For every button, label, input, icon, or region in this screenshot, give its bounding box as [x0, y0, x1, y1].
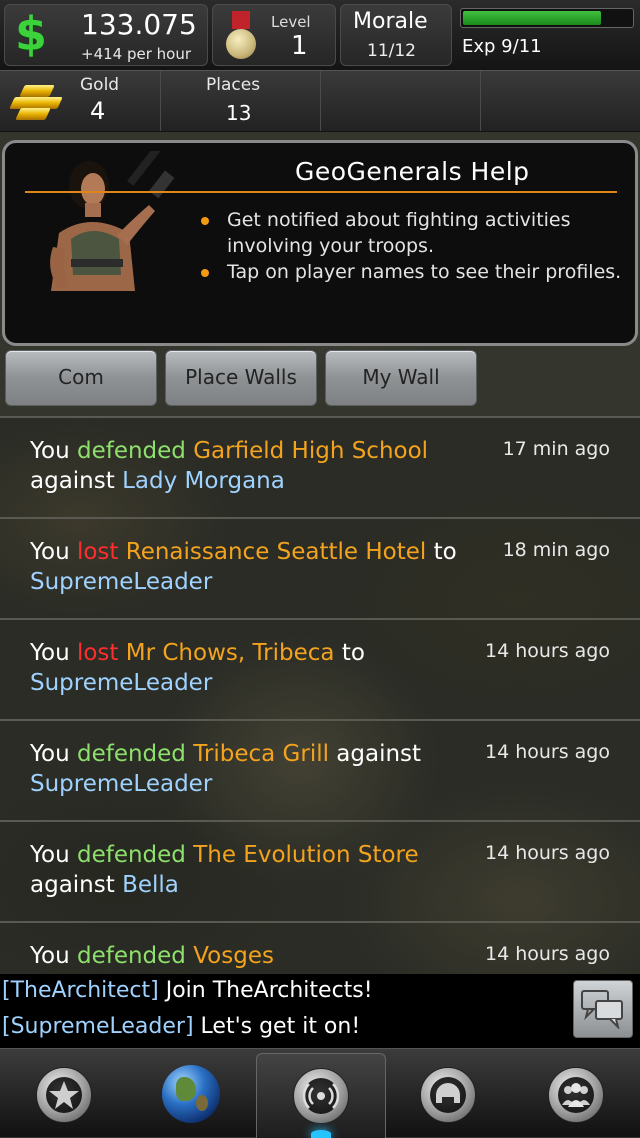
- bullet-icon: [201, 269, 209, 277]
- chat-line: [TheArchitect] Join TheArchitects!: [2, 978, 373, 1003]
- places-label: Places: [206, 75, 261, 95]
- exp-progress-fill: [463, 11, 601, 25]
- exp-label: Exp 9/11: [462, 36, 542, 57]
- level-label: Level: [271, 13, 311, 31]
- help-divider: [25, 191, 617, 193]
- player-link[interactable]: SupremeLeader: [30, 569, 212, 595]
- help-title: GeoGenerals Help: [295, 157, 530, 186]
- nav-group[interactable]: [512, 1053, 640, 1137]
- money-amount: 133.075: [81, 8, 197, 41]
- feed-row[interactable]: You defended Vosges 14 hours ago: [0, 921, 640, 974]
- morale-value: 11/12: [367, 41, 416, 61]
- morale-label: Morale: [353, 9, 428, 34]
- feed-row[interactable]: You defended Tribeca Grill against Supre…: [0, 719, 640, 822]
- chat-button[interactable]: [573, 980, 633, 1038]
- feed-row[interactable]: You defended Garfield High School agains…: [0, 416, 640, 519]
- exp-progress-bar: [460, 8, 634, 28]
- resources-bar: Gold 4 Places 13: [0, 70, 640, 132]
- feed-row[interactable]: You lost Renaissance Seattle Hotel to Su…: [0, 517, 640, 620]
- feed-row[interactable]: You defended The Evolution Store against…: [0, 820, 640, 923]
- star-icon: [36, 1067, 92, 1123]
- level-panel[interactable]: Level 1: [212, 4, 336, 66]
- feed-time: 14 hours ago: [484, 842, 610, 864]
- nav-star[interactable]: [0, 1053, 128, 1137]
- help-item: Tap on player names to see their profile…: [197, 259, 627, 285]
- bullet-icon: [201, 217, 209, 225]
- chat-line: [SupremeLeader] Let's get it on!: [2, 1014, 361, 1039]
- feed-time: 17 min ago: [502, 438, 610, 460]
- level-value: 1: [291, 31, 308, 61]
- feed-time: 14 hours ago: [484, 741, 610, 763]
- bottom-nav: [0, 1048, 640, 1138]
- player-link[interactable]: Bella: [122, 872, 179, 898]
- globe-icon: [162, 1065, 220, 1123]
- feed-time: 14 hours ago: [484, 943, 610, 965]
- soldier-portrait-icon: [50, 151, 182, 291]
- place-link[interactable]: Tribeca Grill: [193, 741, 329, 767]
- chat-ticker[interactable]: [TheArchitect] Join TheArchitects! [Supr…: [0, 974, 640, 1048]
- help-panel: GeoGenerals Help Get notified about figh…: [2, 140, 638, 346]
- player-link[interactable]: Lady Morgana: [122, 468, 285, 494]
- chat-player-name[interactable]: [TheArchitect]: [2, 978, 159, 1003]
- top-stats-bar: $ 133.075 +414 per hour Level 1 Morale 1…: [0, 0, 640, 70]
- place-link[interactable]: Vosges: [193, 943, 274, 969]
- place-link[interactable]: Garfield High School: [193, 438, 428, 464]
- feed-row[interactable]: You lost Mr Chows, Tribeca to SupremeLea…: [0, 618, 640, 721]
- gold-cell[interactable]: Gold 4: [0, 71, 161, 131]
- places-cell[interactable]: Places 13: [160, 71, 321, 131]
- active-indicator: [311, 1130, 331, 1138]
- gold-value: 4: [90, 97, 106, 125]
- morale-panel[interactable]: Morale 11/12: [340, 4, 452, 66]
- dollar-icon: $: [15, 7, 48, 61]
- place-link[interactable]: Mr Chows, Tribeca: [126, 640, 335, 666]
- medal-icon: [225, 11, 257, 61]
- gold-bars-icon: [8, 81, 63, 121]
- nav-helmet[interactable]: [384, 1053, 512, 1137]
- money-panel[interactable]: $ 133.075 +414 per hour: [4, 4, 208, 66]
- player-link[interactable]: SupremeLeader: [30, 670, 212, 696]
- place-link[interactable]: Renaissance Seattle Hotel: [126, 539, 427, 565]
- help-list: Get notified about fighting activities i…: [197, 207, 627, 285]
- feed-time: 18 min ago: [502, 539, 610, 561]
- player-link[interactable]: SupremeLeader: [30, 771, 212, 797]
- place-link[interactable]: The Evolution Store: [193, 842, 418, 868]
- chat-player-name[interactable]: [SupremeLeader]: [2, 1014, 194, 1039]
- radar-icon: [293, 1068, 349, 1124]
- nav-globe[interactable]: [128, 1053, 256, 1137]
- feed-time: 14 hours ago: [484, 640, 610, 662]
- tab-my-wall[interactable]: My Wall: [325, 350, 477, 406]
- tab-com[interactable]: Com: [5, 350, 157, 406]
- gold-label: Gold: [80, 75, 120, 95]
- group-icon: [548, 1067, 604, 1123]
- nav-radar[interactable]: [256, 1053, 386, 1138]
- empty-cell: [480, 71, 640, 131]
- places-value: 13: [226, 101, 252, 125]
- empty-cell: [320, 71, 481, 131]
- tab-place-walls[interactable]: Place Walls: [165, 350, 317, 406]
- helmet-icon: [420, 1067, 476, 1123]
- help-item: Get notified about fighting activities i…: [197, 207, 627, 259]
- money-rate: +414 per hour: [81, 45, 192, 63]
- activity-feed[interactable]: You defended Garfield High School agains…: [0, 416, 640, 974]
- chat-bubbles-icon: [581, 990, 623, 1029]
